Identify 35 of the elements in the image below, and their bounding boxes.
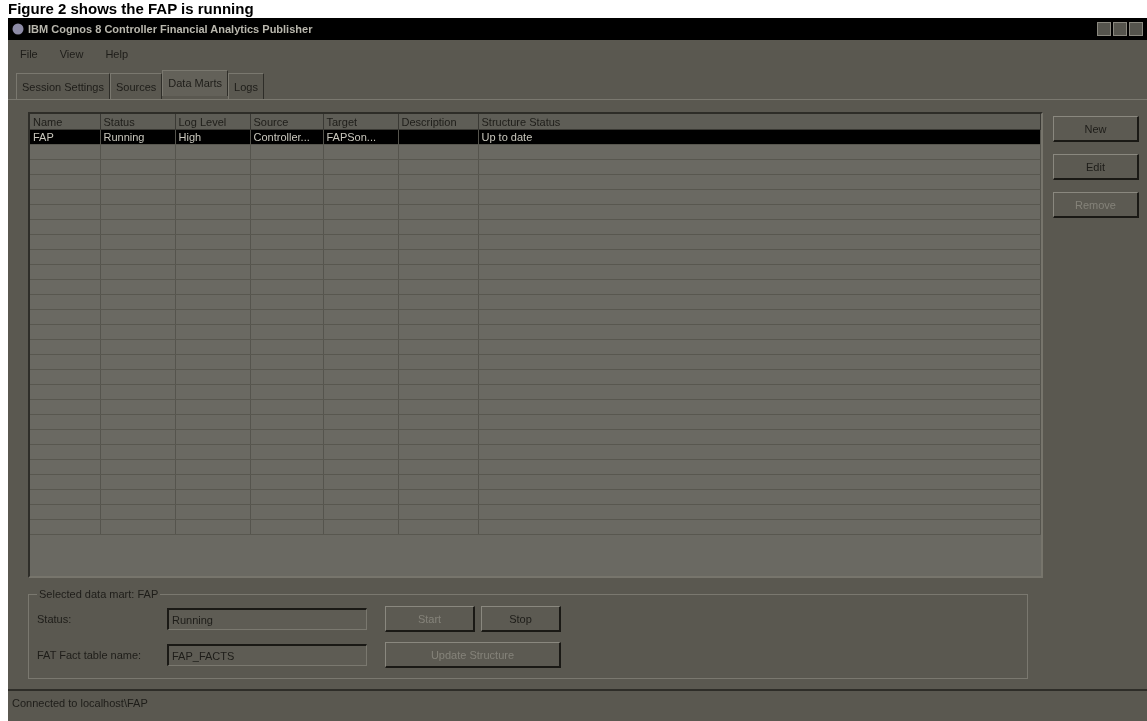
- side-button[interactable]: Edit: [1053, 154, 1139, 180]
- table-cell: Running: [103, 131, 145, 143]
- column-header[interactable]: Log Level: [175, 114, 250, 130]
- table-cell: FAPSon...: [326, 131, 377, 143]
- minimize-button[interactable]: [1097, 22, 1111, 36]
- field-label: Status:: [37, 613, 73, 625]
- close-button[interactable]: [1129, 22, 1143, 36]
- group-title: Selected data mart: FAP: [38, 588, 160, 600]
- stop-button[interactable]: Stop: [481, 606, 561, 632]
- status-text: Connected to localhost\FAP: [12, 697, 148, 709]
- menu-item[interactable]: View: [59, 48, 84, 60]
- table-cell: Up to date: [481, 131, 533, 143]
- column-header[interactable]: Structure Status: [478, 114, 1041, 130]
- table-cell: High: [178, 131, 202, 143]
- menu-item[interactable]: File: [20, 48, 38, 60]
- tab[interactable]: Session Settings: [16, 73, 110, 99]
- tab[interactable]: Logs: [228, 73, 264, 99]
- menu-item[interactable]: Help: [105, 48, 128, 60]
- fact-table-field[interactable]: FAP_FACTS: [167, 644, 367, 666]
- field-label: FAT Fact table name:: [37, 649, 143, 661]
- figure-caption: Figure 2 shows the FAP is running: [8, 0, 254, 17]
- maximize-button[interactable]: [1113, 22, 1127, 36]
- column-header[interactable]: Description: [398, 114, 478, 130]
- column-header[interactable]: Target: [323, 114, 398, 130]
- app-icon: [12, 23, 24, 35]
- column-header[interactable]: Name: [30, 114, 100, 130]
- table-cell: FAP: [33, 131, 54, 143]
- window-title: IBM Cognos 8 Controller Financial Analytics Publisher: [28, 23, 314, 35]
- column-header[interactable]: Source: [250, 114, 323, 130]
- status-field[interactable]: Running: [167, 608, 367, 630]
- side-button[interactable]: New: [1053, 116, 1139, 142]
- tab[interactable]: Sources: [109, 73, 163, 99]
- tab[interactable]: Data Marts: [162, 70, 229, 96]
- table-cell: Controller...: [253, 131, 310, 143]
- column-header[interactable]: Status: [100, 114, 175, 130]
